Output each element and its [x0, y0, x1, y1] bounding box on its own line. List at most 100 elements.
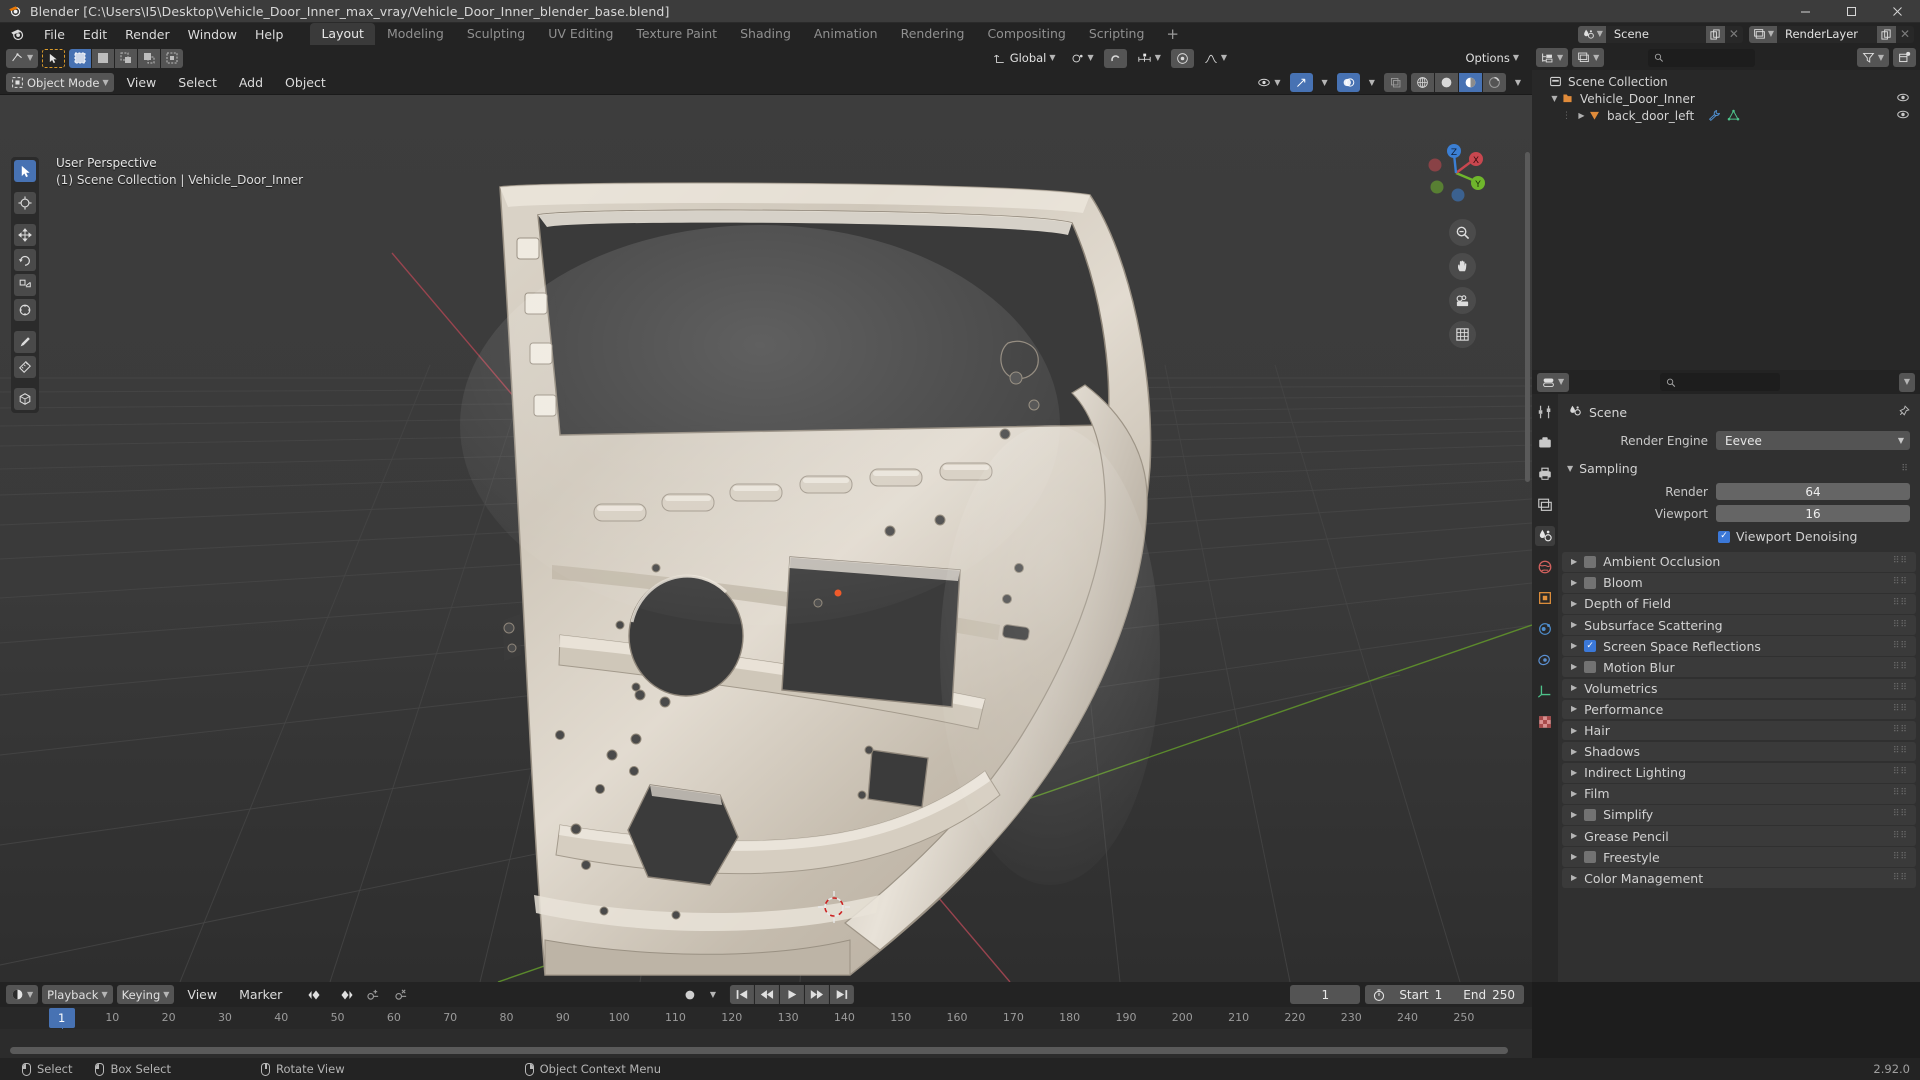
play-button[interactable] — [780, 985, 805, 1004]
sampling-section-header[interactable]: ▼ Sampling ⠿ — [1558, 458, 1920, 479]
panel-checkbox[interactable] — [1584, 640, 1597, 653]
tab-texture-properties[interactable] — [1535, 712, 1555, 732]
scene-name[interactable]: Scene — [1606, 27, 1706, 41]
outliner-row-back-door-left[interactable]: ⋮ ▶ back_door_left — [1532, 107, 1920, 124]
tab-render-properties[interactable] — [1535, 433, 1555, 453]
properties-search-input[interactable] — [1680, 375, 1774, 389]
viewport-denoising-checkbox[interactable] — [1718, 530, 1730, 543]
viewport-menu-add[interactable]: Add — [230, 73, 272, 92]
menu-help[interactable]: Help — [246, 25, 293, 44]
solid-shading-button[interactable] — [1434, 73, 1458, 92]
property-panel-row[interactable]: ▶ Ambient Occlusion ⠿⠿ — [1562, 552, 1916, 572]
outliner-search-box[interactable] — [1648, 48, 1755, 67]
outliner-filter-button[interactable]: ▼ — [1856, 48, 1889, 67]
transform-orientation-selector[interactable]: Global ▼ — [989, 49, 1061, 68]
cursor-select-indicator[interactable] — [42, 48, 66, 68]
timeline-track-area[interactable] — [0, 1029, 1532, 1058]
pin-icon[interactable] — [1897, 404, 1910, 421]
menu-render[interactable]: Render — [116, 25, 179, 44]
tab-sculpting[interactable]: Sculpting — [456, 23, 536, 45]
tab-compositing[interactable]: Compositing — [976, 23, 1076, 45]
property-panel-row[interactable]: ▶ Grease Pencil ⠿⠿ — [1562, 826, 1916, 846]
property-panel-row[interactable]: ▶ Subsurface Scattering ⠿⠿ — [1562, 615, 1916, 635]
measure-tool[interactable] — [14, 356, 36, 378]
tab-tool-properties[interactable] — [1535, 402, 1555, 422]
pan-hand-icon[interactable] — [1449, 253, 1476, 280]
editor-type-selector[interactable]: ▼ — [6, 48, 39, 68]
overlay-options[interactable]: ▼ — [1364, 73, 1380, 92]
panel-checkbox[interactable] — [1584, 851, 1597, 864]
tweak-select-tool[interactable] — [14, 160, 36, 182]
expander-icon[interactable]: ▶ — [1575, 111, 1588, 120]
overlays-toggle[interactable] — [1336, 73, 1360, 92]
blender-logo-icon[interactable] — [10, 27, 25, 42]
add-cube-tool[interactable] — [14, 388, 36, 410]
remove-scene-button[interactable]: ✕ — [1725, 26, 1743, 43]
object-mode-selector[interactable]: Object Mode ▼ — [6, 73, 114, 92]
property-panel-row[interactable]: ▶ Hair ⠿⠿ — [1562, 720, 1916, 741]
outliner-display-mode-selector[interactable]: ▼ — [1572, 48, 1605, 67]
playback-menu[interactable]: Playback ▼ — [42, 985, 113, 1004]
end-frame-value[interactable]: 250 — [1489, 988, 1524, 1002]
new-view-layer-button[interactable] — [1877, 25, 1896, 43]
xray-toggle[interactable] — [1383, 73, 1407, 92]
panel-checkbox[interactable] — [1584, 808, 1597, 821]
hide-in-viewport-icon[interactable] — [1896, 91, 1910, 107]
select-invert-button[interactable] — [138, 48, 161, 68]
minimize-button[interactable] — [1782, 0, 1828, 23]
annotate-tool[interactable] — [14, 331, 36, 353]
timeline-ruler[interactable]: 10 20 30 40 50 60 70 80 90 100 110 120 130 140 150 160 1… — [0, 1007, 1532, 1055]
property-panel-row[interactable]: ▶ Bloom ⠿⠿ — [1562, 573, 1916, 593]
transform-tool[interactable] — [14, 299, 36, 321]
hide-in-viewport-icon[interactable] — [1896, 108, 1910, 124]
snap-options[interactable]: ▼ — [1132, 49, 1166, 68]
timeline-playhead[interactable]: 1 — [48, 1008, 75, 1028]
wireframe-shading-button[interactable] — [1410, 73, 1434, 92]
scene-selector[interactable]: ▼ Scene ✕ — [1577, 25, 1743, 43]
jump-to-start-button[interactable] — [730, 985, 755, 1004]
tab-modeling[interactable]: Modeling — [376, 23, 455, 45]
outliner-row-scene-collection[interactable]: Scene Collection — [1532, 73, 1920, 90]
jump-to-previous-keyframe-button[interactable] — [303, 985, 329, 1004]
property-panel-row[interactable]: ▶ Motion Blur ⠿⠿ — [1562, 657, 1916, 678]
record-toggle[interactable] — [678, 985, 702, 1004]
timeline-scrollbar-horizontal[interactable] — [10, 1047, 1508, 1054]
render-engine-dropdown[interactable]: Eevee ▼ — [1716, 431, 1910, 450]
timeline-menu-marker[interactable]: Marker — [230, 985, 291, 1004]
visibility-selector[interactable]: ▼ — [1252, 73, 1285, 92]
viewport-options-button[interactable]: Options ▼ — [1460, 49, 1524, 68]
viewport-scrollbar-vertical[interactable] — [1525, 152, 1530, 482]
menu-file[interactable]: File — [35, 25, 74, 44]
new-scene-button[interactable] — [1705, 25, 1725, 43]
property-panel-row[interactable]: ▶ Color Management ⠿⠿ — [1562, 868, 1916, 888]
tab-physics-properties[interactable] — [1535, 619, 1555, 639]
play-forward-button[interactable] — [805, 985, 830, 1004]
rotate-tool[interactable] — [14, 249, 36, 271]
panel-checkbox[interactable] — [1584, 661, 1597, 674]
modifier-wrench-icon[interactable] — [1708, 109, 1721, 122]
maximize-button[interactable] — [1828, 0, 1874, 23]
cursor-tool[interactable] — [14, 192, 36, 214]
property-panel-row[interactable]: ▶ Performance ⠿⠿ — [1562, 699, 1916, 720]
jump-to-end-button[interactable] — [830, 985, 855, 1004]
mesh-data-icon[interactable] — [1727, 109, 1740, 122]
navigation-gizmo[interactable]: Z X Y — [1420, 137, 1492, 209]
property-panel-row[interactable]: ▶ Freestyle ⠿⠿ — [1562, 847, 1916, 867]
select-intersect-button[interactable] — [161, 48, 184, 68]
viewport-canvas[interactable]: User Perspective (1) Scene Collection | … — [0, 95, 1532, 982]
properties-search-box[interactable] — [1660, 373, 1780, 391]
toggle-orthographic-icon[interactable] — [1449, 321, 1476, 348]
viewport-menu-view[interactable]: View — [118, 73, 166, 92]
menu-edit[interactable]: Edit — [74, 25, 116, 44]
tab-layout[interactable]: Layout — [310, 23, 375, 45]
new-collection-button[interactable] — [1893, 48, 1916, 67]
tab-object-data-properties[interactable] — [1535, 681, 1555, 701]
outliner-search-input[interactable] — [1668, 50, 1749, 65]
move-tool[interactable] — [14, 224, 36, 246]
material-preview-shading-button[interactable] — [1458, 73, 1482, 92]
add-workspace-button[interactable]: + — [1156, 25, 1189, 43]
gizmo-options[interactable]: ▼ — [1317, 73, 1333, 92]
viewport-menu-object[interactable]: Object — [276, 73, 335, 92]
insert-keyframe-button[interactable] — [361, 985, 386, 1004]
shading-options[interactable]: ▼ — [1510, 73, 1526, 92]
